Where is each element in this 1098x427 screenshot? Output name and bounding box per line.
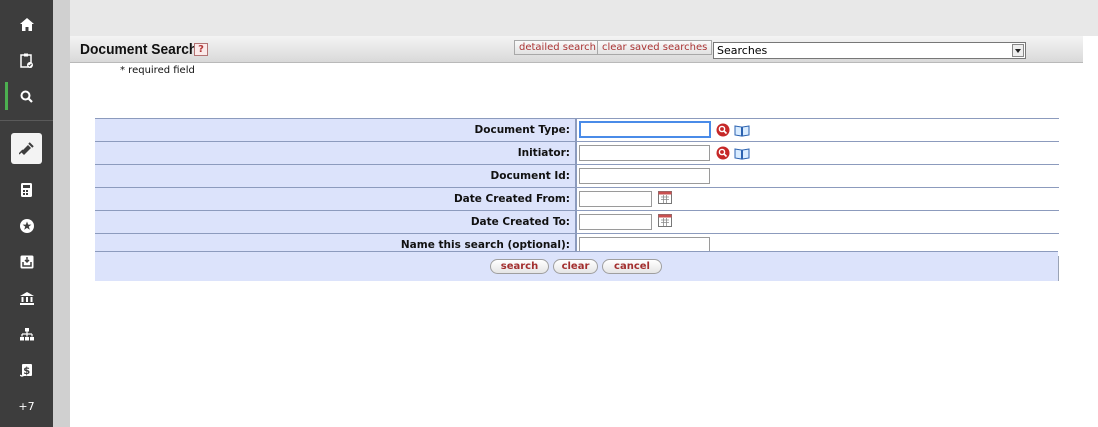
- form-row-document-type: Document Type:: [95, 118, 1059, 141]
- required-field-note: * required field: [120, 65, 195, 76]
- saved-searches-value: Searches: [717, 44, 768, 57]
- document-id-input[interactable]: [579, 168, 710, 184]
- calculator-icon[interactable]: [0, 172, 53, 208]
- lookup-icon[interactable]: [716, 145, 730, 160]
- star-icon[interactable]: [0, 208, 53, 244]
- form-actions: search clear cancel: [95, 251, 1058, 281]
- chevron-down-icon[interactable]: [1012, 44, 1024, 57]
- sidebar-divider: [0, 120, 53, 121]
- document-type-cell: [579, 119, 1059, 141]
- initiator-input[interactable]: [579, 145, 710, 161]
- date-created-to-cell: [579, 211, 1059, 233]
- document-type-input[interactable]: [579, 121, 711, 138]
- page-title: Document Search: [80, 41, 198, 58]
- bank-icon[interactable]: [0, 280, 53, 316]
- date-created-from-cell: [579, 188, 1059, 210]
- document-id-cell: [579, 165, 1059, 187]
- org-chart-icon[interactable]: [0, 316, 53, 352]
- detailed-search-button[interactable]: detailed search: [514, 40, 602, 55]
- calendar-icon[interactable]: [658, 189, 672, 204]
- date-created-to-input[interactable]: [579, 214, 652, 230]
- cancel-button[interactable]: cancel: [602, 259, 662, 274]
- date-created-to-label: Date Created To:: [95, 211, 577, 233]
- clear-saved-searches-button[interactable]: clear saved searches: [597, 40, 713, 55]
- sidebar: $ +7: [0, 0, 53, 427]
- saved-searches-select[interactable]: Searches: [713, 42, 1026, 59]
- date-created-from-label: Date Created From:: [95, 188, 577, 210]
- clear-button[interactable]: clear: [553, 259, 598, 274]
- form-row-document-id: Document Id:: [95, 164, 1059, 187]
- pin-icon[interactable]: [11, 133, 42, 164]
- dollar-scroll-icon[interactable]: $: [0, 352, 53, 388]
- main-content: Document Search ? detailed search clear …: [70, 36, 1098, 427]
- inbox-icon[interactable]: [0, 244, 53, 280]
- direct-inquiry-book-icon[interactable]: [734, 145, 750, 160]
- clipboard-check-icon[interactable]: [0, 42, 53, 78]
- search-button[interactable]: search: [490, 259, 549, 274]
- help-icon[interactable]: ?: [194, 43, 208, 56]
- search-form: Document Type: Initiator: Document Id: D…: [95, 118, 1059, 281]
- more-items-label[interactable]: +7: [0, 388, 53, 424]
- calendar-icon[interactable]: [658, 212, 672, 227]
- sidebar-gutter: [53, 0, 70, 427]
- direct-inquiry-book-icon[interactable]: [734, 122, 750, 137]
- lookup-icon[interactable]: [716, 122, 730, 137]
- form-row-date-created-from: Date Created From:: [95, 187, 1059, 210]
- date-created-from-input[interactable]: [579, 191, 652, 207]
- header-bar: Document Search ? detailed search clear …: [70, 36, 1083, 63]
- document-id-label: Document Id:: [95, 165, 577, 187]
- home-icon[interactable]: [0, 6, 53, 42]
- search-icon[interactable]: [0, 78, 53, 114]
- form-row-initiator: Initiator:: [95, 141, 1059, 164]
- initiator-label: Initiator:: [95, 142, 577, 164]
- document-type-label: Document Type:: [95, 119, 577, 141]
- form-row-date-created-to: Date Created To:: [95, 210, 1059, 233]
- initiator-cell: [579, 142, 1059, 164]
- top-band: [70, 0, 1098, 36]
